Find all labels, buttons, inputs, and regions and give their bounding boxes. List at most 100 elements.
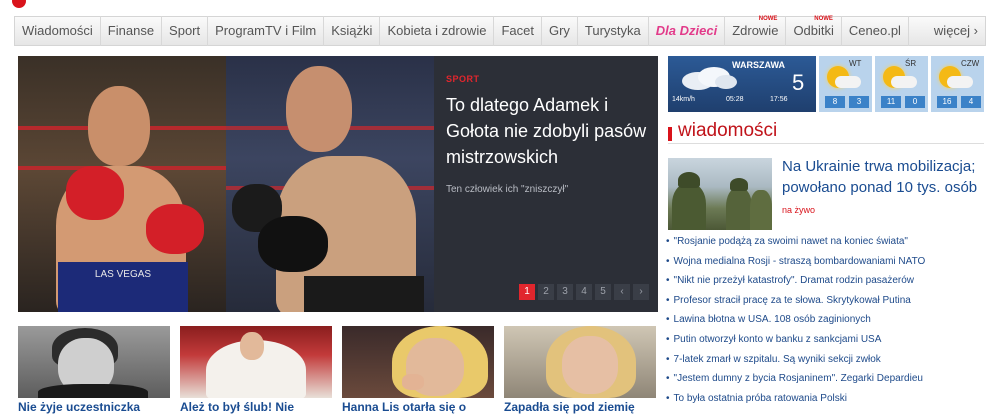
nav-item-kobieta[interactable]: Kobieta i zdrowie: [380, 16, 495, 46]
bullet-icon: •: [666, 373, 670, 385]
weather-night-temp: 3: [849, 96, 869, 108]
nav-label: Kobieta i zdrowie: [387, 23, 487, 38]
thumb-caption-2[interactable]: Ależ to był ślub! Nie: [180, 400, 340, 414]
news-heading[interactable]: wiadomości: [678, 120, 777, 142]
weather-city: WARSZAWA: [732, 60, 785, 70]
news-item[interactable]: • Putin otworzył konto w banku z sankcjam…: [666, 330, 990, 350]
carousel-pager: 1 2 3 4 5 ‹ ›: [519, 284, 649, 300]
hero-subtitle[interactable]: Ten człowiek ich "zniszczył": [446, 184, 648, 195]
news-item[interactable]: • 7-latek zmarł w szpitalu. Są wyniki sek…: [666, 350, 990, 370]
weather-night-temp: 4: [961, 96, 981, 108]
hero-title[interactable]: To dlatego Adamek i Gołota nie zdobyli p…: [446, 92, 648, 170]
news-item[interactable]: • Lawina błotna w USA. 108 osób zaginiony…: [666, 310, 990, 330]
weather-day-sr[interactable]: ŚR 11 0: [874, 56, 928, 112]
hero-photo-adamek[interactable]: LAS VEGAS: [18, 56, 226, 312]
weather-day-temp: 8: [825, 96, 845, 108]
nav-label: Dla Dzieci: [655, 23, 718, 38]
nav-label: Ceneo.pl: [848, 23, 901, 38]
top-strip: [0, 0, 1000, 12]
clothing-shape: [38, 384, 148, 398]
nav-item-dla-dzieci[interactable]: Dla Dzieci: [649, 16, 726, 46]
weather-night-temp: 0: [905, 96, 925, 108]
weather-day-temp: 16: [937, 96, 957, 108]
news-lead-headline[interactable]: Na Ukrainie trwa mobilizacja; powołano p…: [782, 156, 988, 221]
hero-category[interactable]: SPORT: [446, 74, 648, 84]
weather-day-wt[interactable]: WT 8 3: [818, 56, 872, 112]
nav-label: Sport: [169, 23, 201, 38]
nav-label: Finanse: [107, 23, 155, 38]
pager-1[interactable]: 1: [519, 284, 535, 300]
face-shape: [240, 332, 264, 360]
news-item[interactable]: • "Jestem dumny z bycia Rosjaninem". Zega…: [666, 369, 990, 389]
news-item[interactable]: • "Nikt nie przeżył katastrofy". Dramat r…: [666, 271, 990, 291]
nav-item-facet[interactable]: Facet: [494, 16, 542, 46]
thumb-caption-3[interactable]: Hanna Lis otarła się o: [342, 400, 502, 414]
bullet-icon: •: [666, 333, 670, 345]
news-item[interactable]: • Wojna medialna Rosji - straszą bombardo…: [666, 252, 990, 272]
pager-4[interactable]: 4: [576, 284, 592, 300]
news-lead-text: Na Ukrainie trwa mobilizacja; powołano p…: [782, 158, 978, 196]
nav-label: ProgramTV i Film: [215, 23, 317, 38]
nav-item-sport[interactable]: Sport: [162, 16, 209, 46]
thumb-photo-2[interactable]: [180, 326, 332, 398]
news-item-text: 7-latek zmarł w szpitalu. Są wyniki sekc…: [673, 353, 881, 365]
nav-label: Gry: [548, 23, 570, 38]
nav-item-programtv[interactable]: ProgramTV i Film: [208, 16, 325, 46]
weather-current[interactable]: WARSZAWA 5 14km/h 05:28 17:56: [668, 56, 816, 112]
live-badge: na żywo: [782, 205, 816, 215]
new-badge: NOWE: [814, 16, 833, 22]
nav-item-zdrowie[interactable]: NOWE Zdrowie: [725, 16, 787, 46]
nav-label: Wiadomości: [22, 23, 93, 38]
bullet-icon: •: [666, 314, 670, 326]
logo-icon[interactable]: [12, 0, 26, 8]
boxer-head: [88, 86, 150, 166]
weather-sunset: 17:56: [770, 96, 788, 103]
nav-item-gry[interactable]: Gry: [542, 16, 578, 46]
nav-label: Książki: [331, 23, 373, 38]
main-nav: Wiadomości Finanse Sport ProgramTV i Fil…: [14, 16, 986, 46]
news-item[interactable]: • To była ostatnia próba ratowania Polski: [666, 389, 990, 409]
weather-widget[interactable]: WARSZAWA 5 14km/h 05:28 17:56 WT 8 3 ŚR …: [668, 56, 984, 112]
nav-more-label: więcej ›: [933, 23, 978, 38]
nav-item-finanse[interactable]: Finanse: [101, 16, 163, 46]
boxer-head: [286, 66, 352, 152]
face-shape: [562, 336, 618, 394]
news-item[interactable]: • "Rosjanie podążą za swoimi nawet na kon…: [666, 232, 990, 252]
pager-next-icon[interactable]: ›: [633, 284, 649, 300]
news-item-text: Putin otworzył konto w banku z sankcjami…: [673, 333, 882, 345]
bullet-icon: •: [666, 294, 670, 306]
thumb-photo-3[interactable]: [342, 326, 494, 398]
pager-3[interactable]: 3: [557, 284, 573, 300]
nav-label: Facet: [501, 23, 534, 38]
nav-item-turystyka[interactable]: Turystyka: [578, 16, 649, 46]
helmet-icon: [678, 172, 700, 188]
hero-photo-golota[interactable]: [226, 56, 434, 312]
cloud-icon: [891, 76, 917, 88]
pager-5[interactable]: 5: [595, 284, 611, 300]
nav-item-wiadomosci[interactable]: Wiadomości: [15, 16, 101, 46]
news-item-text: Profesor stracił pracę za te słowa. Skry…: [673, 294, 911, 306]
nav-more-link[interactable]: więcej ›: [927, 16, 985, 46]
weather-day-czw[interactable]: CZW 16 4: [930, 56, 984, 112]
soldier-figure: [750, 190, 772, 230]
nav-item-odbitki[interactable]: NOWE Odbitki: [786, 16, 842, 46]
weather-temp: 5: [792, 70, 805, 95]
boxer-trunks: LAS VEGAS: [58, 262, 188, 312]
news-item[interactable]: • Profesor stracił pracę za te słowa. Skr…: [666, 291, 990, 311]
thumb-caption-4[interactable]: Zapadła się pod ziemię: [504, 400, 664, 414]
boxing-glove-icon: [258, 216, 328, 272]
nav-item-ksiazki[interactable]: Książki: [324, 16, 381, 46]
thumb-photo-1[interactable]: [18, 326, 170, 398]
pager-2[interactable]: 2: [538, 284, 554, 300]
thumb-caption-1[interactable]: Nie żyje uczestniczka: [18, 400, 178, 414]
boxing-glove-icon: [66, 166, 124, 220]
nav-label: Odbitki: [793, 23, 834, 38]
nav-item-ceneo[interactable]: Ceneo.pl: [842, 16, 909, 46]
cloud-icon: [682, 67, 737, 90]
thumb-photo-4[interactable]: [504, 326, 656, 398]
news-item-text: "Nikt nie przeżył katastrofy". Dramat ro…: [673, 275, 915, 287]
news-lead-photo[interactable]: [668, 158, 772, 230]
pager-prev-icon[interactable]: ‹: [614, 284, 630, 300]
news-item-text: "Rosjanie podążą za swoimi nawet na koni…: [673, 236, 908, 247]
hero-carousel[interactable]: LAS VEGAS SPORT To dlatego Adamek i Goło…: [18, 56, 658, 312]
